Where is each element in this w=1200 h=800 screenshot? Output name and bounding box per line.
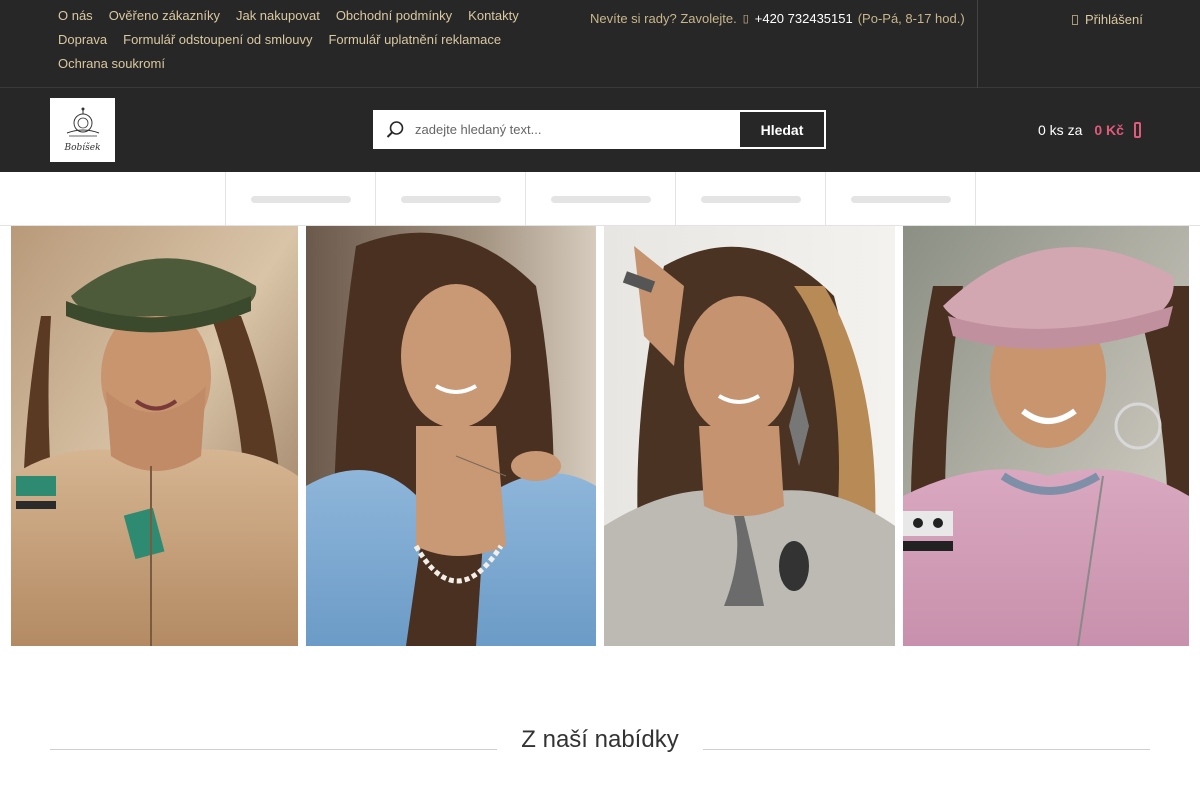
banner-photo-pink-cap[interactable] [903, 226, 1189, 646]
top-link-overeno[interactable]: Ověřeno zákazníky [101, 4, 228, 28]
nav-placeholder [850, 195, 951, 203]
nav-placeholder [700, 195, 801, 203]
banner-photo-blue-jacket[interactable] [306, 226, 596, 646]
cart[interactable]: 0 ks za 0 Kč [1038, 122, 1141, 138]
contact-info: Nevíte si rady? Zavolejte. ▯ +420 732435… [590, 11, 965, 26]
logo-emblem-icon [66, 107, 99, 137]
nav-placeholder [250, 195, 351, 203]
contact-hours: (Po-Pá, 8-17 hod.) [857, 11, 965, 26]
login-link[interactable]: Přihlášení [1072, 12, 1143, 27]
phone-icon: ▯ [742, 13, 749, 25]
top-link-ochrana-soukromi[interactable]: Ochrana soukromí [50, 52, 173, 76]
banner [0, 226, 1200, 646]
search-icon [375, 112, 415, 147]
contact-prompt: Nevíte si rady? Zavolejte. [590, 11, 737, 26]
nav-item[interactable] [226, 172, 376, 226]
top-links: O nás Ověřeno zákazníky Jak nakupovat Ob… [50, 4, 570, 76]
section-title: Z naší nabídky [521, 726, 679, 753]
top-link-jak-nakupovat[interactable]: Jak nakupovat [228, 4, 328, 28]
nav-item[interactable] [526, 172, 676, 226]
top-divider [977, 0, 978, 88]
nav-placeholder [400, 195, 501, 203]
top-link-o-nas[interactable]: O nás [50, 4, 101, 28]
logo-text: Bobíšek [64, 143, 101, 153]
banner-photo-grey-sweater[interactable] [604, 226, 895, 646]
top-link-reklamace[interactable]: Formulář uplatnění reklamace [320, 28, 509, 52]
nav-placeholder [550, 195, 651, 203]
search-button[interactable]: Hledat [740, 112, 824, 147]
top-link-obchodni-podminky[interactable]: Obchodní podmínky [328, 4, 460, 28]
top-link-kontakty[interactable]: Kontakty [460, 4, 527, 28]
top-link-doprava[interactable]: Doprava [50, 28, 115, 52]
nav-item[interactable] [676, 172, 826, 226]
cart-count: 0 ks za [1038, 122, 1083, 138]
banner-photo-green-cap[interactable] [11, 226, 298, 646]
contact-phone[interactable]: +420 732435151 [755, 11, 853, 26]
user-icon [1072, 14, 1078, 25]
logo[interactable]: Bobíšek [50, 98, 115, 162]
nav-item[interactable] [826, 172, 976, 226]
search-form: Hledat [373, 110, 826, 149]
top-bar: O nás Ověřeno zákazníky Jak nakupovat Ob… [0, 0, 1200, 88]
search-input[interactable] [415, 113, 740, 146]
cart-icon [1133, 122, 1141, 138]
top-link-odstoupeni[interactable]: Formulář odstoupení od smlouvy [115, 28, 320, 52]
cart-price: 0 Kč [1094, 122, 1124, 138]
login-label: Přihlášení [1085, 12, 1143, 27]
nav-item[interactable] [376, 172, 526, 226]
section-heading: Z naší nabídky [50, 726, 1150, 756]
main-nav [0, 172, 1200, 226]
header: Bobíšek Hledat 0 ks za 0 Kč [0, 88, 1200, 172]
